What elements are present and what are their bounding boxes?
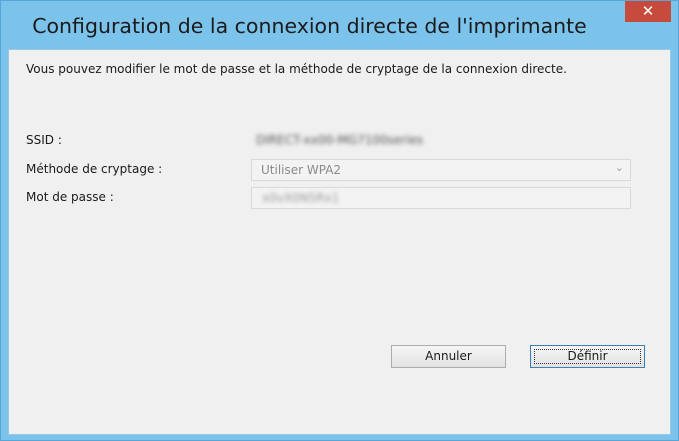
chevron-down-icon: ⌄ — [614, 161, 624, 174]
password-value: x0vX0N5Rx1 — [262, 191, 340, 205]
set-button[interactable]: Définir — [530, 345, 645, 368]
encryption-method-value: Utiliser WPA2 — [261, 163, 342, 177]
password-field[interactable]: x0vX0N5Rx1 — [251, 187, 631, 209]
password-label: Mot de passe : — [26, 190, 114, 204]
cancel-button[interactable]: Annuler — [391, 345, 506, 368]
encryption-method-label: Méthode de cryptage : — [26, 162, 163, 176]
encryption-method-select[interactable]: Utiliser WPA2 ⌄ — [251, 159, 631, 181]
description-text: Vous pouvez modifier le mot de passe et … — [26, 62, 567, 76]
ssid-label: SSID : — [26, 133, 62, 147]
close-icon: ✕ — [641, 2, 655, 20]
dialog-body — [8, 49, 671, 435]
cancel-button-label: Annuler — [425, 349, 472, 363]
ssid-value: DIRECT-xx00-MG7100series — [256, 133, 424, 147]
dialog-window: Configuration de la connexion directe de… — [0, 0, 679, 441]
title-bar[interactable]: Configuration de la connexion directe de… — [1, 1, 678, 49]
close-button[interactable]: ✕ — [625, 1, 671, 22]
window-title: Configuration de la connexion directe de… — [32, 14, 587, 38]
set-button-label: Définir — [567, 349, 608, 363]
